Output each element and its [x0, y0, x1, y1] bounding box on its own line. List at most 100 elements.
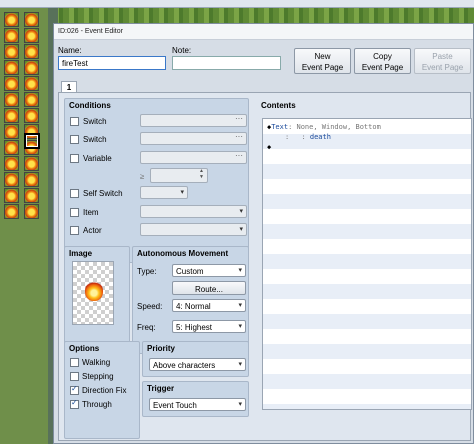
route-button[interactable]: Route...: [172, 281, 246, 295]
tile[interactable]: [4, 92, 19, 107]
tile[interactable]: [4, 76, 19, 91]
variable-value-stepper[interactable]: ▲ ▼: [150, 168, 208, 183]
tileset-palette[interactable]: [0, 8, 48, 444]
options-group: Options Walking Stepping Direction Fix T…: [64, 341, 140, 439]
direction-fix-label: Direction Fix: [82, 386, 127, 395]
chevron-down-icon: ▾: [239, 208, 243, 215]
trigger-select[interactable]: Event Touch ▾: [149, 398, 246, 411]
spinner-arrows-icon: ▲ ▼: [199, 168, 204, 180]
autonomous-movement-title: Autonomous Movement: [137, 249, 229, 258]
tile[interactable]: [4, 204, 19, 219]
item-label: Item: [83, 208, 99, 217]
chevron-down-icon: ▾: [180, 189, 184, 196]
trigger-value: Event Touch: [153, 401, 197, 410]
chevron-down-icon: ▾: [238, 323, 242, 330]
actor-checkbox[interactable]: [70, 226, 79, 235]
tile[interactable]: [24, 188, 39, 203]
copy-event-page-button[interactable]: Copy Event Page: [354, 48, 411, 74]
command-text-value: death: [309, 133, 331, 141]
switch2-select[interactable]: ···: [140, 132, 247, 145]
tile[interactable]: [24, 76, 39, 91]
tile[interactable]: [24, 108, 39, 123]
frequency-select[interactable]: 5: Highest ▾: [172, 320, 246, 333]
image-title: Image: [69, 249, 93, 258]
note-field[interactable]: [172, 56, 281, 70]
copy-event-page-line1: Copy: [373, 52, 392, 61]
chevron-down-icon: ▾: [239, 226, 243, 233]
command-line-separator: :: [301, 133, 306, 141]
command-keyword: Text: [271, 123, 289, 131]
command-row-text[interactable]: ◆Text: None, Window, Bottom: [267, 123, 381, 131]
self-switch-label: Self Switch: [83, 189, 123, 198]
tile[interactable]: [24, 28, 39, 43]
event-commands-list[interactable]: ◆Text: None, Window, Bottom : : death ◆: [262, 118, 472, 410]
switch1-select[interactable]: ···: [140, 114, 247, 127]
tile[interactable]: [24, 204, 39, 219]
chevron-down-icon: ▾: [238, 267, 242, 274]
ellipsis-icon: ···: [235, 132, 243, 141]
walking-checkbox[interactable]: [70, 358, 79, 367]
frequency-value: 5: Highest: [176, 323, 213, 332]
image-group: Image: [64, 246, 130, 354]
item-checkbox[interactable]: [70, 208, 79, 217]
note-label: Note:: [172, 46, 192, 55]
priority-select[interactable]: Above characters ▾: [149, 358, 246, 371]
tile[interactable]: [4, 124, 19, 139]
self-switch-checkbox[interactable]: [70, 189, 79, 198]
chevron-down-icon: ▾: [238, 401, 242, 408]
tile[interactable]: [4, 188, 19, 203]
tile[interactable]: [4, 140, 19, 155]
command-line-prefix: :: [285, 133, 290, 141]
name-field[interactable]: fireTest: [58, 56, 166, 70]
ellipsis-icon: ···: [235, 114, 243, 123]
paste-event-page-button[interactable]: Paste Event Page: [414, 48, 471, 74]
tile[interactable]: [4, 60, 19, 75]
dialog-titlebar[interactable]: ID:026 - Event Editor: [54, 24, 473, 40]
stepping-label: Stepping: [82, 372, 114, 381]
new-event-page-button[interactable]: New Event Page: [294, 48, 351, 74]
tile[interactable]: [24, 44, 39, 59]
tile[interactable]: [4, 172, 19, 187]
tile[interactable]: [24, 60, 39, 75]
tile[interactable]: [4, 108, 19, 123]
trigger-group: Trigger Event Touch ▾: [142, 381, 249, 417]
movement-type-select[interactable]: Custom ▾: [172, 264, 246, 277]
stepping-checkbox[interactable]: [70, 372, 79, 381]
through-checkbox[interactable]: [70, 398, 79, 409]
tile[interactable]: [4, 12, 19, 27]
priority-title: Priority: [147, 344, 176, 353]
tile[interactable]: [24, 92, 39, 107]
chevron-down-icon: ▾: [238, 302, 242, 309]
command-params: : None, Window, Bottom: [288, 123, 381, 131]
self-switch-select[interactable]: ▾: [140, 186, 188, 199]
paste-event-page-line2: Event Page: [421, 63, 464, 72]
copy-event-page-line2: Event Page: [361, 63, 404, 72]
walking-label: Walking: [82, 358, 111, 367]
command-row-text-line[interactable]: : : death: [285, 133, 331, 141]
variable-checkbox[interactable]: [70, 154, 79, 163]
tile[interactable]: [4, 28, 19, 43]
dialog-title: ID:026 - Event Editor: [58, 28, 123, 35]
item-select[interactable]: ▾: [140, 205, 247, 218]
variable-select[interactable]: ···: [140, 151, 247, 164]
switch1-checkbox[interactable]: [70, 117, 79, 126]
type-label: Type:: [137, 267, 157, 276]
through-label: Through: [82, 400, 112, 409]
speed-select[interactable]: 4: Normal ▾: [172, 299, 246, 312]
tile[interactable]: [24, 12, 39, 27]
freq-label: Freq:: [137, 323, 156, 332]
tile[interactable]: [24, 156, 39, 171]
switch2-checkbox[interactable]: [70, 135, 79, 144]
priority-value: Above characters: [153, 361, 216, 370]
event-image-preview[interactable]: [72, 261, 114, 325]
tile[interactable]: [4, 44, 19, 59]
speed-label: Speed:: [137, 302, 163, 311]
direction-fix-checkbox[interactable]: [70, 384, 79, 395]
tile[interactable]: [24, 172, 39, 187]
actor-label: Actor: [83, 226, 102, 235]
command-row-empty[interactable]: ◆: [267, 143, 271, 151]
variable-label: Variable: [83, 154, 112, 163]
tile[interactable]: [4, 156, 19, 171]
switch2-label: Switch: [83, 135, 107, 144]
actor-select[interactable]: ▾: [140, 223, 247, 236]
